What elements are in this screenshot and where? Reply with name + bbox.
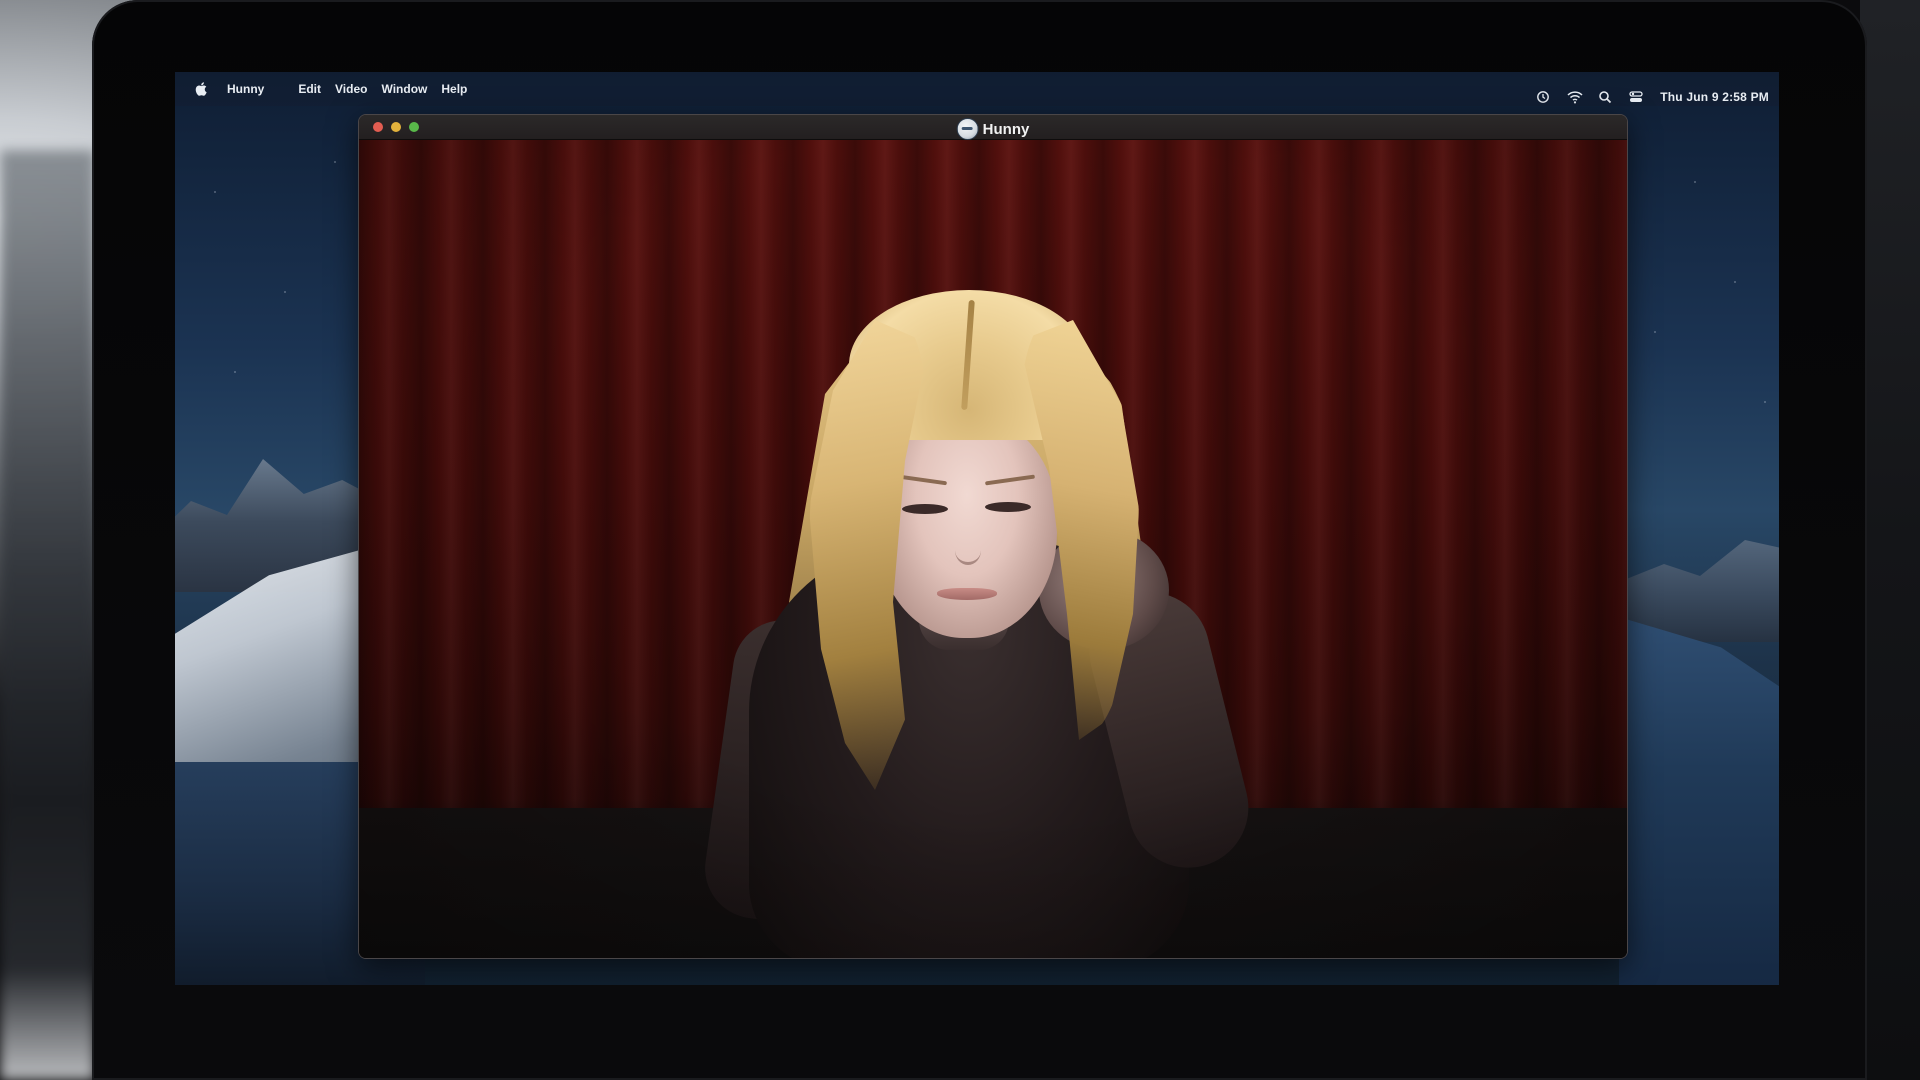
avatar-brow-left [898, 474, 948, 486]
avatar-nose [955, 536, 981, 565]
menu-help[interactable]: Help [441, 82, 467, 96]
time-machine-icon[interactable] [1536, 90, 1550, 104]
menu-app-name[interactable]: Hunny [227, 82, 264, 96]
menu-bar-clock[interactable]: Thu Jun 9 2:58 PM [1660, 90, 1769, 104]
menu-window[interactable]: Window [381, 82, 427, 96]
avatar-mouth [937, 588, 997, 600]
avatar-brow-right [984, 474, 1036, 486]
menu-edit[interactable]: Edit [298, 82, 321, 96]
window-minimize-button[interactable] [391, 122, 401, 132]
window-title: Hunny [982, 120, 1030, 138]
wallpaper-dune-right [1619, 617, 1779, 985]
apple-icon[interactable] [195, 82, 207, 96]
hunny-app-window: Hunny [358, 114, 1628, 959]
room-blur-left [0, 150, 95, 1080]
traffic-lights [373, 122, 419, 132]
room-blur-right [1860, 0, 1920, 1080]
window-close-button[interactable] [373, 122, 383, 132]
window-title-group: Hunny [956, 118, 1030, 140]
menu-video[interactable]: Video [335, 82, 367, 96]
avatar-eye-left [902, 504, 948, 514]
menu-bar-left: Hunny Edit Video Window Help [195, 82, 481, 96]
control-center-icon[interactable] [1629, 90, 1643, 104]
desktop-screen: Hunny Edit Video Window Help Thu Jun 9 2… [175, 72, 1779, 985]
avatar-character [698, 290, 1262, 958]
wifi-icon[interactable] [1567, 90, 1583, 104]
avatar-eye-right [985, 502, 1031, 512]
hunny-logo-icon [956, 118, 979, 140]
menu-bar-right: Thu Jun 9 2:58 PM [1536, 90, 1769, 104]
video-viewport[interactable] [359, 140, 1627, 958]
menu-bar: Hunny Edit Video Window Help Thu Jun 9 2… [175, 72, 1779, 106]
window-titlebar[interactable]: Hunny [359, 115, 1627, 140]
window-maximize-button[interactable] [409, 122, 419, 132]
spotlight-search-icon[interactable] [1598, 90, 1612, 104]
